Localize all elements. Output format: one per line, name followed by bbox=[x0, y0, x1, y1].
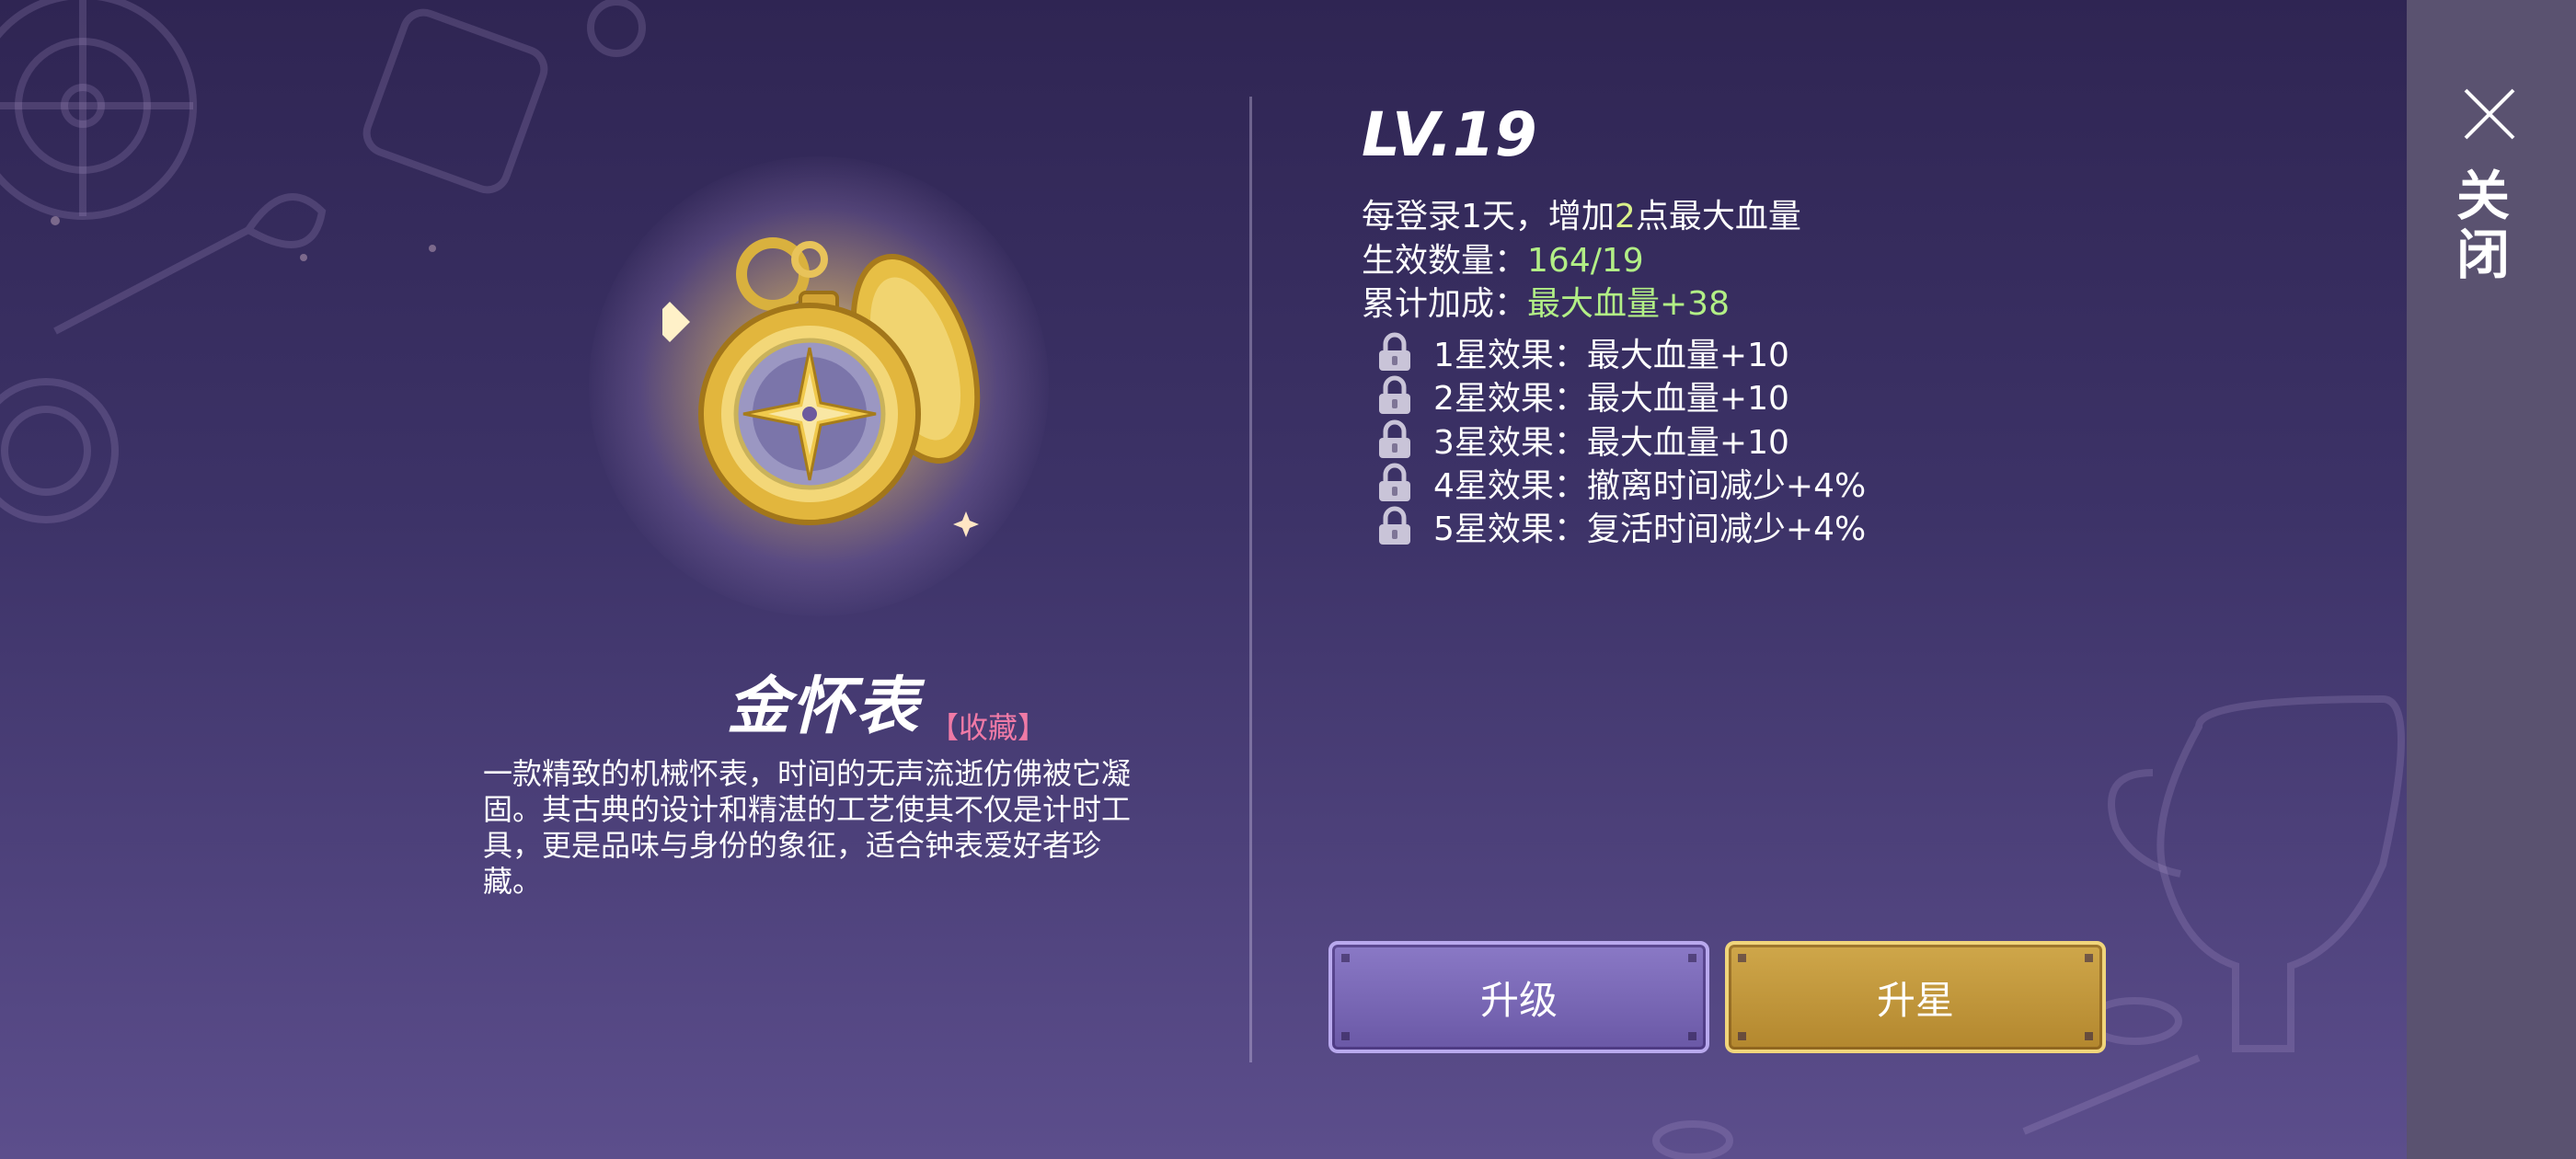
star-effect-label: 4星效果： bbox=[1433, 467, 1587, 505]
total-bonus-value: 最大血量+38 bbox=[1527, 285, 1730, 323]
gold-pocket-watch-icon bbox=[662, 237, 981, 537]
item-tag: 【收藏】 bbox=[929, 710, 1048, 745]
lock-icon bbox=[1379, 506, 1410, 545]
upgrade-button[interactable]: 升级 bbox=[1328, 941, 1709, 1053]
star-effect-label: 5星效果： bbox=[1433, 511, 1587, 548]
lock-icon bbox=[1379, 375, 1410, 414]
divider bbox=[1249, 97, 1252, 1062]
daily-bonus-line: 每登录1天，增加2点最大血量 bbox=[1362, 189, 1801, 237]
star-effect-value: 撤离时间减少+4% bbox=[1586, 467, 1867, 505]
active-count-label: 生效数量： bbox=[1362, 242, 1528, 280]
star-effect-value: 复活时间减少+4% bbox=[1586, 511, 1867, 548]
star-effect-label: 2星效果： bbox=[1433, 380, 1587, 418]
star-effect-row: 5星效果： 复活时间减少+4% bbox=[1376, 506, 1866, 548]
star-effect-value: 最大血量+10 bbox=[1586, 424, 1789, 462]
star-up-button[interactable]: 升星 bbox=[1725, 941, 2106, 1053]
item-name: 金怀表 bbox=[727, 671, 921, 743]
star-effect-label: 1星效果： bbox=[1433, 337, 1587, 374]
daily-bonus-prefix: 每登录1天，增加 bbox=[1362, 198, 1615, 235]
daily-bonus-value: 2 bbox=[1614, 198, 1636, 235]
item-detail-screen: 金怀表 【收藏】 一款精致的机械怀表，时间的无声流逝仿佛被它凝固。其古典的设计和… bbox=[0, 0, 2576, 1159]
close-button-label[interactable]: 关闭 bbox=[2447, 167, 2517, 285]
star-effect-row: 1星效果： 最大血量+10 bbox=[1376, 332, 1789, 374]
total-bonus-label: 累计加成： bbox=[1362, 285, 1528, 323]
star-effect-value: 最大血量+10 bbox=[1586, 337, 1789, 374]
total-bonus-line: 累计加成：最大血量+38 bbox=[1362, 277, 1730, 325]
star-effect-row: 4星效果： 撤离时间减少+4% bbox=[1376, 463, 1866, 505]
active-count-line: 生效数量：164/19 bbox=[1362, 234, 1644, 281]
active-count-value: 164/19 bbox=[1527, 242, 1644, 280]
upgrade-button-label: 升级 bbox=[1479, 977, 1558, 1023]
lock-icon bbox=[1379, 419, 1410, 458]
item-description: 一款精致的机械怀表，时间的无声流逝仿佛被它凝固。其古典的设计和精湛的工艺使其不仅… bbox=[483, 756, 1132, 899]
star-effect-row: 3星效果： 最大血量+10 bbox=[1376, 419, 1789, 462]
star-effect-label: 3星效果： bbox=[1433, 424, 1587, 462]
star-effect-row: 2星效果： 最大血量+10 bbox=[1376, 375, 1789, 418]
star-effect-value: 最大血量+10 bbox=[1586, 380, 1789, 418]
lock-icon bbox=[1379, 463, 1410, 501]
level-label: LV.19 bbox=[1362, 99, 1537, 170]
lock-icon bbox=[1379, 332, 1410, 371]
daily-bonus-suffix: 点最大血量 bbox=[1635, 198, 1801, 235]
star-up-button-label: 升星 bbox=[1876, 977, 1954, 1023]
close-icon[interactable] bbox=[2460, 85, 2519, 143]
